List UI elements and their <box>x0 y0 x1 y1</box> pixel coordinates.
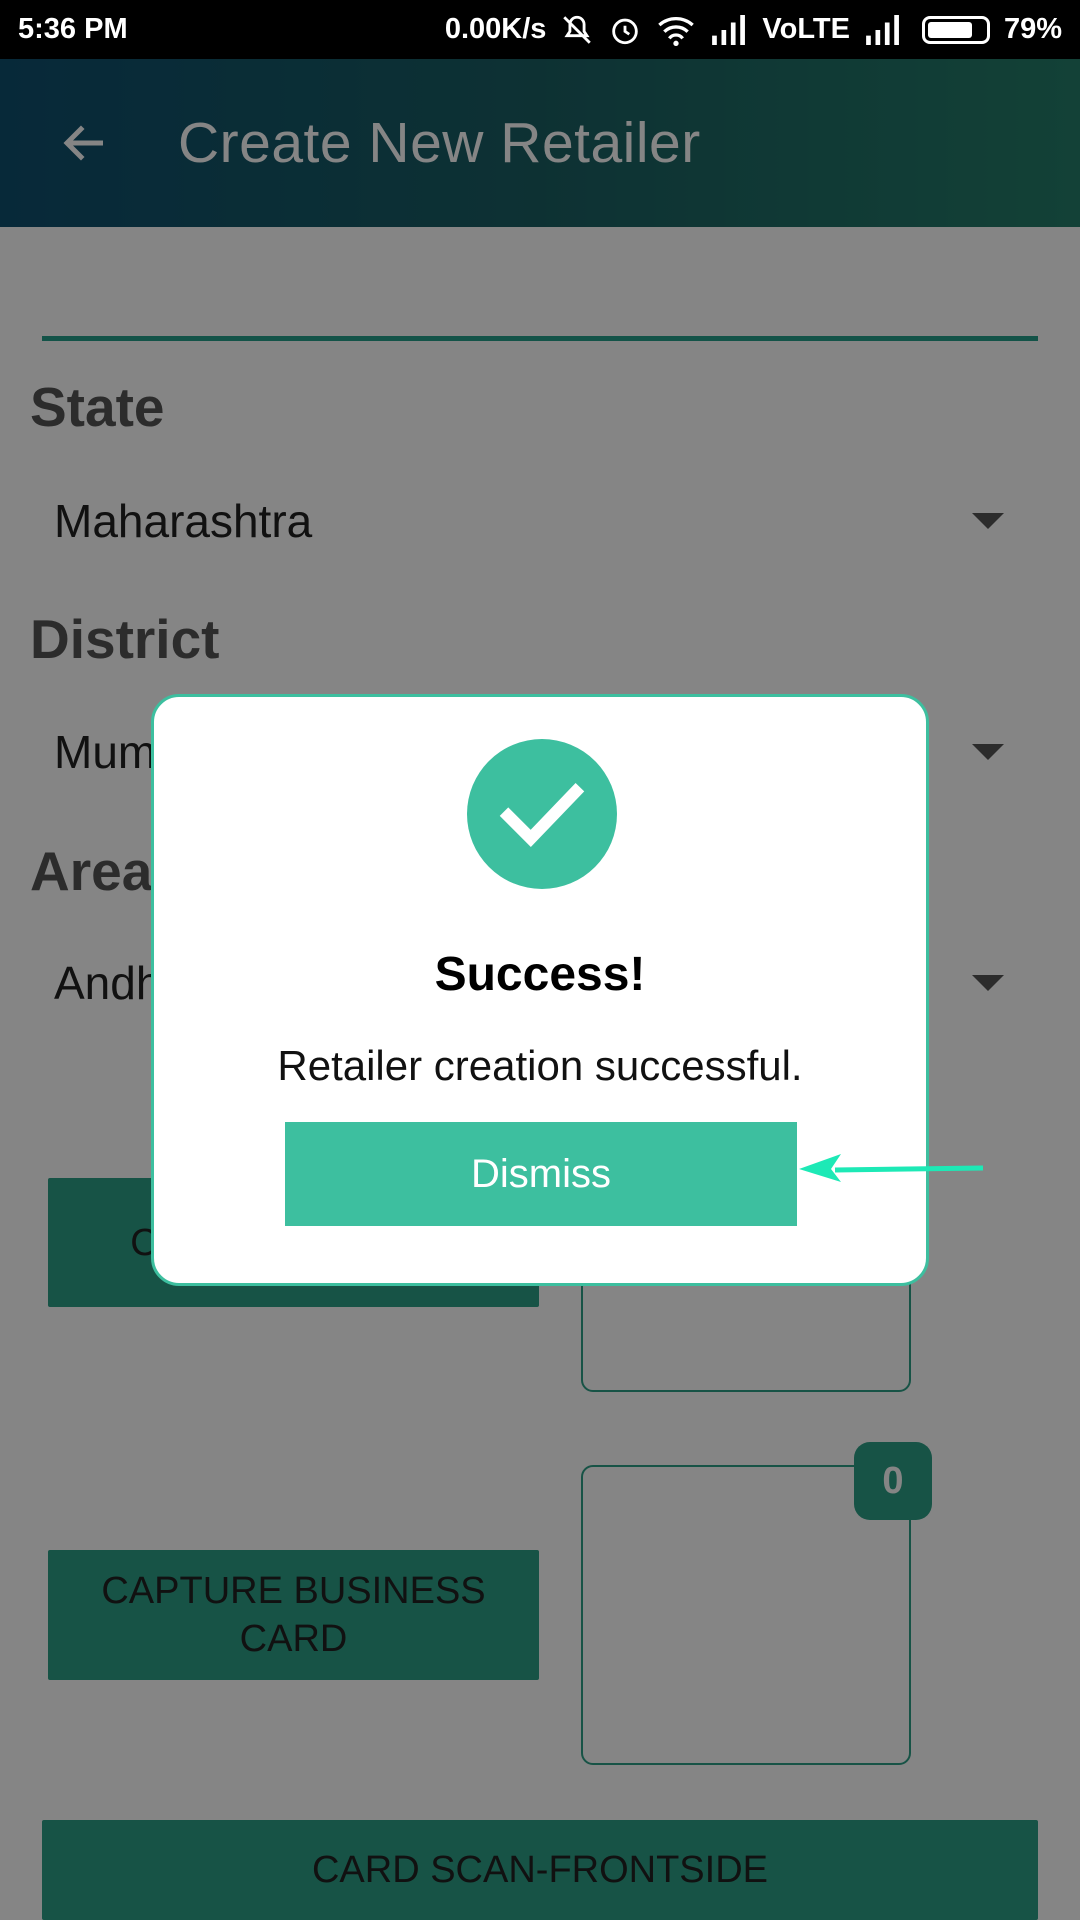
battery-icon <box>921 15 990 44</box>
status-icons: 0.00K/s VoLTE 79% <box>445 13 1062 47</box>
alarm-icon <box>608 13 642 47</box>
dismiss-button[interactable]: Dismiss <box>285 1122 797 1226</box>
battery-percent: 79% <box>1003 13 1062 45</box>
check-circle-icon <box>467 739 617 889</box>
dialog-message: Retailer creation successful. <box>277 1042 803 1089</box>
status-time: 5:36 PM <box>18 13 128 45</box>
net-speed: 0.00K/s <box>444 13 547 45</box>
status-bar: 5:36 PM 0.00K/s VoLTE 79% <box>0 0 1080 59</box>
arrow-left-icon <box>799 1154 984 1182</box>
network-type: VoLTE <box>762 13 850 45</box>
dialog-title: Success! <box>434 948 646 1001</box>
signal-icon <box>710 14 748 45</box>
signal-icon <box>864 14 902 45</box>
success-dialog: Success! Retailer creation successful. D… <box>151 694 929 1286</box>
mute-icon <box>560 13 594 47</box>
wifi-icon <box>656 13 696 47</box>
